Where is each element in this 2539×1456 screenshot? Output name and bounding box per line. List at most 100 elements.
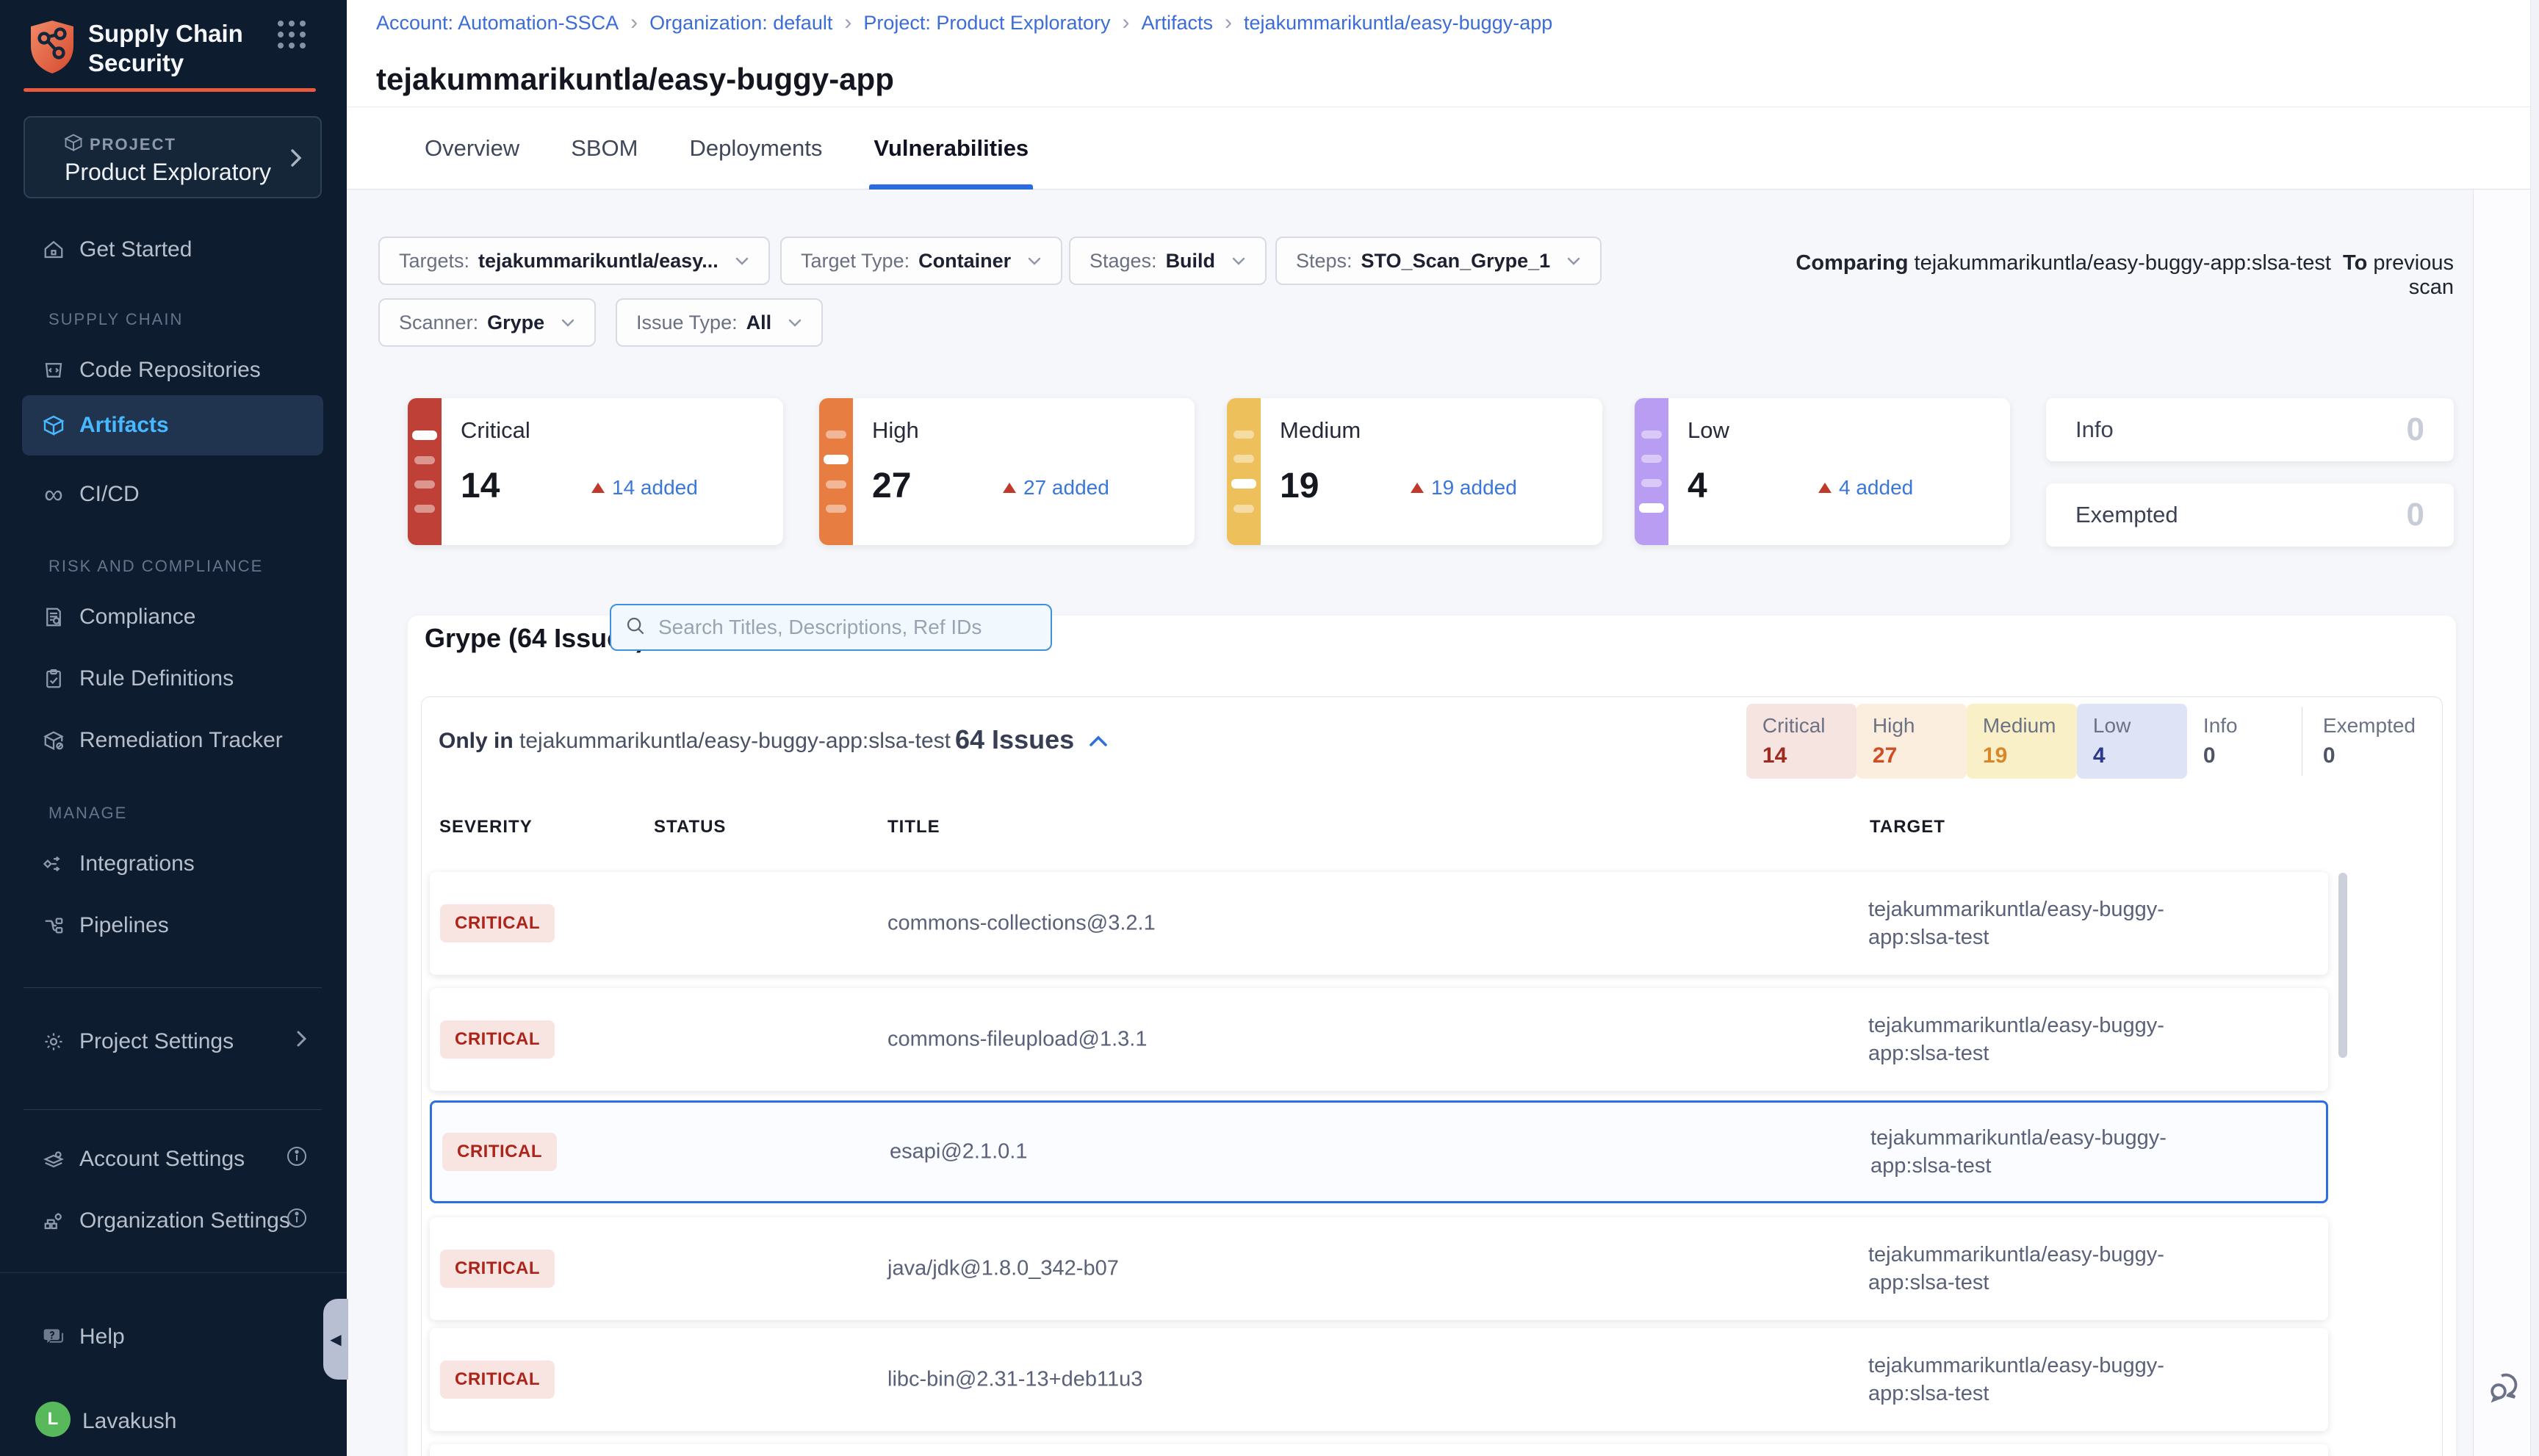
critical-severity-band [408,398,442,545]
issue-type-filter-dropdown[interactable]: Issue Type: All [616,298,823,347]
critical-summary-card[interactable]: Critical 14 14 added [408,398,783,545]
chat-bubbles-icon[interactable] [2487,1368,2525,1410]
sidebar-item-pipelines[interactable]: Pipelines [0,905,347,946]
exempted-summary-card[interactable]: Exempted 0 [2046,483,2454,547]
chevron-right-icon [288,145,304,174]
severity-badge: CRITICAL [440,1020,555,1059]
chevron-down-icon [561,317,575,328]
sidebar-item-remediation-tracker[interactable]: Remediation Tracker [0,720,347,761]
sidebar-item-integrations[interactable]: Integrations [0,843,347,884]
chip-exempted[interactable]: Exempted 0 [2307,704,2432,779]
project-selector[interactable]: PROJECT Product Exploratory [24,116,322,198]
issues-list-scrollbar[interactable] [2338,873,2347,1058]
info-circle-icon[interactable] [285,1145,309,1174]
top-header: Account: Automation-SSCA › Organization:… [347,0,2539,190]
gear-icon [41,1031,66,1053]
targets-filter-dropdown[interactable]: Targets: tejakummarikuntla/easy... [378,237,770,285]
breadcrumb-artifacts[interactable]: Artifacts [1142,12,1214,35]
issue-title: commons-collections@3.2.1 [887,912,1156,936]
sidebar-footer-divider [0,1272,347,1273]
breadcrumb-separator: › [630,10,638,35]
brand-divider [24,88,316,92]
info-circle-icon[interactable] [285,1206,309,1236]
chevron-up-icon[interactable] [1087,724,1109,755]
medium-severity-band [1227,398,1261,545]
chip-high[interactable]: High 27 [1856,704,1967,779]
user-avatar[interactable]: L [35,1402,71,1437]
tab-sbom[interactable]: SBOM [571,107,638,190]
sidebar-item-project-settings[interactable]: Project Settings [0,1021,347,1062]
scanner-filter-dropdown[interactable]: Scanner: Grype [378,298,596,347]
sidebar-item-get-started[interactable]: Get Started [0,229,347,270]
page-scrollbar[interactable] [2530,0,2539,1456]
chip-info[interactable]: Info 0 [2187,704,2297,779]
triangle-up-icon [1411,483,1424,493]
issues-count-toggle[interactable]: 64 Issues [955,724,1109,755]
sidebar-item-account-settings[interactable]: Account Settings [0,1139,347,1180]
code-repositories-icon [41,359,66,381]
issues-search[interactable] [610,604,1052,651]
tab-vulnerabilities[interactable]: Vulnerabilities [874,107,1029,190]
high-severity-band [819,398,853,545]
breadcrumb-artifact-name[interactable]: tejakummarikuntla/easy-buggy-app [1244,12,1552,35]
chip-medium[interactable]: Medium 19 [1967,704,2077,779]
sidebar-item-compliance[interactable]: Compliance [0,597,347,638]
integrations-icon [41,853,66,875]
breadcrumb-organization[interactable]: Organization: default [649,12,832,35]
table-row[interactable]: CRITICAL libc-bin@2.31-13+deb11u3 tejaku… [430,1328,2328,1431]
sidebar-divider [24,987,322,988]
project-label: PROJECT [90,135,176,154]
tab-deployments[interactable]: Deployments [690,107,823,190]
stages-filter-dropdown[interactable]: Stages: Build [1069,237,1267,285]
table-row[interactable]: CRITICAL commons-fileupload@1.3.1 tejaku… [430,988,2328,1091]
tab-overview[interactable]: Overview [425,107,519,190]
column-target: TARGET [1870,817,1945,837]
search-icon [624,615,647,641]
compliance-doc-icon [41,606,66,628]
table-row-selected[interactable]: CRITICAL esapi@2.1.0.1 tejakummarikuntla… [430,1100,2328,1203]
sidebar-item-cicd[interactable]: ∞ CI/CD [0,474,347,515]
issue-title: java/jdk@1.8.0_342-b07 [887,1257,1119,1281]
sidebar-collapse-handle[interactable]: ◀ [323,1299,348,1380]
breadcrumb-project[interactable]: Project: Product Exploratory [863,12,1110,35]
high-summary-card[interactable]: High 27 27 added [819,398,1195,545]
sidebar-item-help[interactable]: Help [0,1316,347,1358]
table-row-partial[interactable] [430,1444,2328,1456]
target-type-filter-dropdown[interactable]: Target Type: Container [780,237,1062,285]
sidebar-item-organization-settings[interactable]: Organization Settings [0,1200,347,1241]
medium-delta: 19 added [1411,476,1517,500]
steps-filter-dropdown[interactable]: Steps: STO_Scan_Grype_1 [1275,237,1602,285]
account-settings-layers-icon [41,1148,66,1170]
chip-low[interactable]: Low 4 [2077,704,2187,779]
issue-target: tejakummarikuntla/easy-buggy-app:slsa-te… [1868,1352,2200,1408]
search-input[interactable] [657,615,1037,640]
cicd-infinity-icon: ∞ [41,486,66,503]
triangle-up-icon [1003,483,1016,493]
low-severity-band [1635,398,1668,545]
app-root: Supply Chain Security PROJECT Product E [0,0,2539,1456]
severity-filter-chips: Critical 14 High 27 Medium 19 Low 4 Info… [1690,704,2432,779]
help-chat-icon [41,1325,66,1349]
breadcrumb-separator: › [844,10,851,35]
breadcrumb-account[interactable]: Account: Automation-SSCA [376,12,619,35]
chip-critical[interactable]: Critical 14 [1746,704,1856,779]
medium-summary-card[interactable]: Medium 19 19 added [1227,398,1602,545]
chevron-right-icon [295,1028,309,1055]
table-row[interactable]: CRITICAL commons-collections@3.2.1 tejak… [430,872,2328,975]
severity-badge: CRITICAL [440,904,555,943]
section-manage: MANAGE [48,804,127,823]
comparing-status: Comparing tejakummarikuntla/easy-buggy-a… [1756,251,2454,300]
sidebar-item-code-repositories[interactable]: Code Repositories [0,350,347,391]
app-switcher-grid-icon[interactable] [275,18,309,55]
info-summary-card[interactable]: Info 0 [2046,398,2454,461]
user-name[interactable]: Lavakush [82,1409,176,1434]
sidebar-item-rule-definitions[interactable]: Rule Definitions [0,658,347,699]
low-summary-card[interactable]: Low 4 4 added [1635,398,2010,545]
table-row[interactable]: CRITICAL java/jdk@1.8.0_342-b07 tejakumm… [430,1217,2328,1320]
severity-badge: CRITICAL [440,1250,555,1288]
remediation-tracker-icon [41,729,66,752]
issue-target: tejakummarikuntla/easy-buggy-app:slsa-te… [1868,1012,2200,1067]
artifact-tabs: Overview SBOM Deployments Vulnerabilitie… [425,107,1029,190]
only-in-label: Only in tejakummarikuntla/easy-buggy-app… [439,729,951,754]
sidebar-item-artifacts[interactable]: Artifacts [0,405,347,446]
